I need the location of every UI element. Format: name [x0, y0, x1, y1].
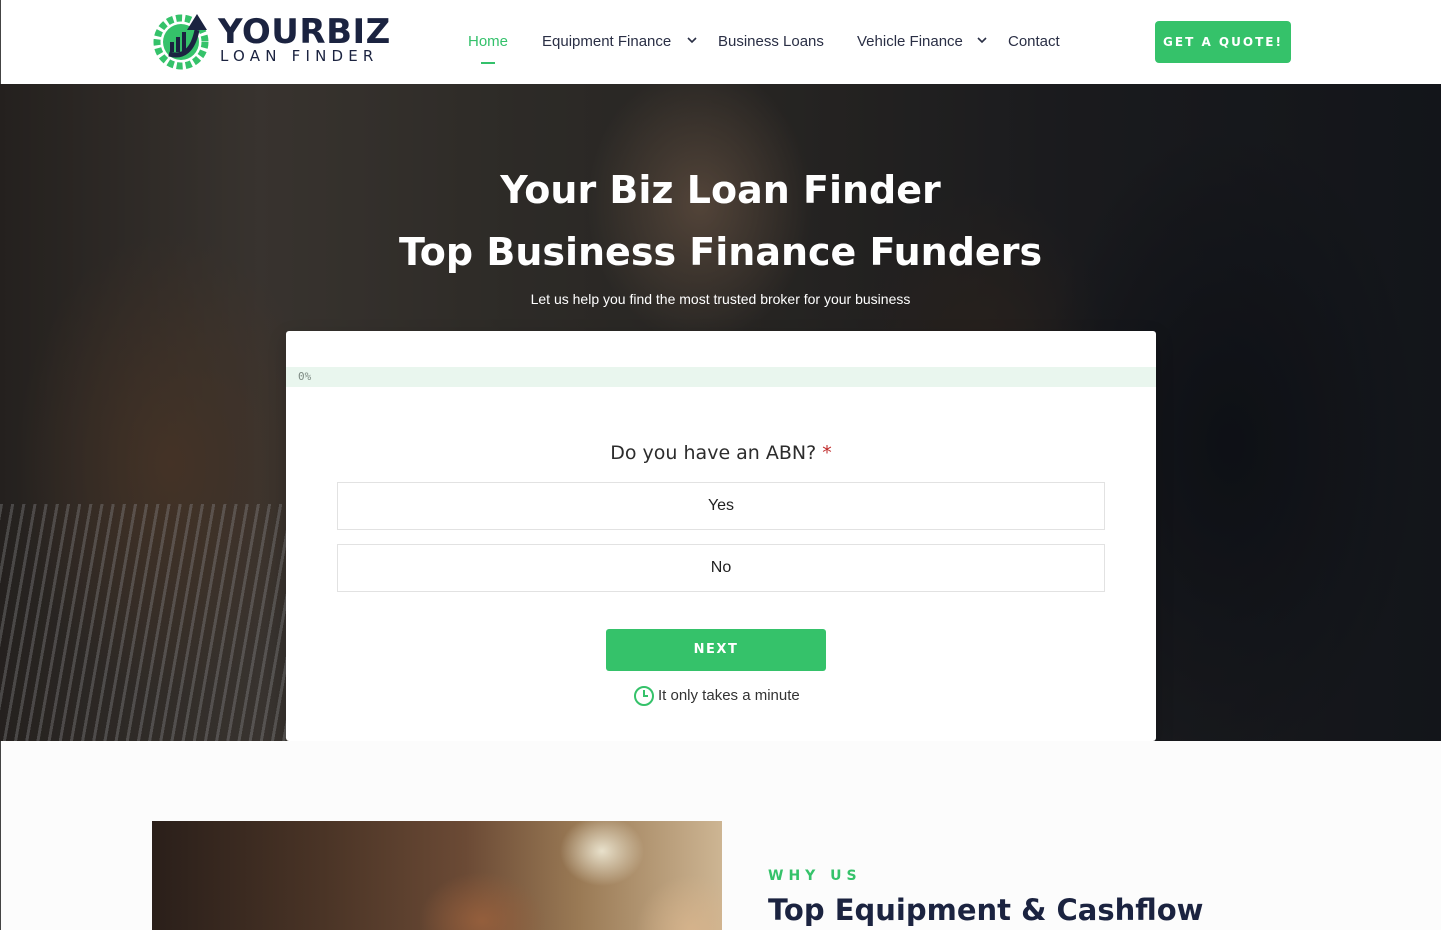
nav-business-loans[interactable]: Business Loans — [718, 33, 824, 51]
nav-contact[interactable]: Contact — [1008, 33, 1060, 51]
section-eyebrow: WHY US — [768, 868, 862, 884]
nav-active-indicator — [481, 62, 495, 64]
hero-subtitle: Let us help you find the most trusted br… — [530, 291, 911, 307]
logo-tagline: LOAN FINDER — [220, 47, 379, 65]
nav-vehicle-finance[interactable]: Vehicle Finance — [857, 33, 963, 51]
site-header: YOURBIZ LOAN FINDER Home Equipment Finan… — [0, 0, 1441, 84]
hero-title: Your Biz Loan Finder — [500, 168, 941, 212]
logo-gear-icon — [153, 14, 209, 70]
quote-form-card: 0% Do you have an ABN? * Yes No NEXT It o… — [286, 331, 1156, 741]
option-no[interactable]: No — [337, 544, 1105, 592]
site-logo[interactable]: YOURBIZ LOAN FINDER — [151, 10, 390, 70]
hero-title-secondary: Top Business Finance Funders — [398, 230, 1043, 274]
clock-icon — [634, 686, 654, 706]
team-meeting-photo — [152, 821, 722, 930]
get-a-quote-button[interactable]: GET A QUOTE! — [1155, 21, 1291, 63]
nav-home[interactable]: Home — [468, 33, 508, 51]
logo-name: YOURBIZ — [218, 12, 391, 52]
section-heading: Top Equipment & Cashflow — [768, 893, 1204, 927]
option-yes[interactable]: Yes — [337, 482, 1105, 530]
progress-label: 0% — [298, 370, 312, 383]
time-hint-text: It only takes a minute — [658, 687, 800, 704]
nav-equipment-finance[interactable]: Equipment Finance — [542, 33, 671, 51]
progress-bar: 0% — [286, 367, 1156, 387]
question-text: Do you have an ABN? — [610, 442, 817, 464]
why-us-section: WHY US Top Equipment & Cashflow — [0, 741, 1441, 930]
chevron-down-icon[interactable] — [976, 33, 988, 47]
next-button[interactable]: NEXT — [606, 629, 826, 671]
form-question: Do you have an ABN? * — [286, 441, 1156, 465]
required-marker: * — [822, 442, 832, 464]
chevron-down-icon[interactable] — [686, 33, 698, 47]
